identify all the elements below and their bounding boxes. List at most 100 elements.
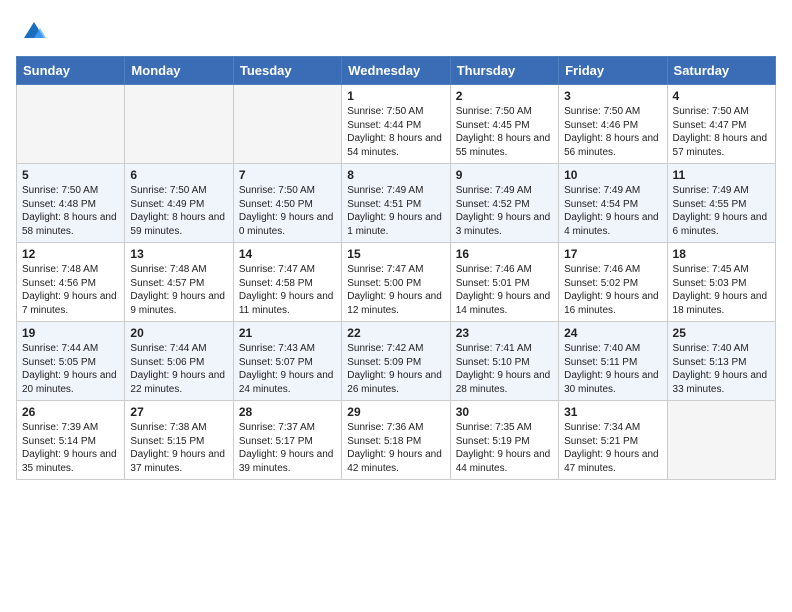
day-info: Sunrise: 7:39 AMSunset: 5:14 PMDaylight:… — [22, 421, 119, 475]
day-info: Sunrise: 7:46 AMSunset: 5:01 PMDaylight:… — [456, 263, 553, 317]
day-number: 3 — [564, 89, 661, 103]
day-number: 15 — [347, 247, 444, 261]
day-number: 26 — [22, 405, 119, 419]
calendar-cell: 22 Sunrise: 7:42 AMSunset: 5:09 PMDayligh… — [342, 322, 450, 401]
day-number: 20 — [130, 326, 227, 340]
day-number: 5 — [22, 168, 119, 182]
day-info: Sunrise: 7:47 AMSunset: 5:00 PMDaylight:… — [347, 263, 444, 317]
page-header — [16, 16, 776, 44]
day-info: Sunrise: 7:50 AMSunset: 4:46 PMDaylight:… — [564, 105, 661, 159]
calendar-cell: 15 Sunrise: 7:47 AMSunset: 5:00 PMDayligh… — [342, 243, 450, 322]
day-number: 10 — [564, 168, 661, 182]
weekday-header: Wednesday — [342, 57, 450, 85]
day-number: 28 — [239, 405, 336, 419]
day-number: 24 — [564, 326, 661, 340]
logo-icon — [20, 16, 48, 44]
weekday-header: Saturday — [667, 57, 775, 85]
calendar-cell: 20 Sunrise: 7:44 AMSunset: 5:06 PMDayligh… — [125, 322, 233, 401]
calendar-week-row: 1 Sunrise: 7:50 AMSunset: 4:44 PMDaylight… — [17, 85, 776, 164]
calendar-cell: 4Sunrise: 7:50 AMSunset: 4:47 PMDaylight… — [667, 85, 775, 164]
day-info: Sunrise: 7:50 AMSunset: 4:45 PMDaylight:… — [456, 105, 553, 159]
weekday-header: Sunday — [17, 57, 125, 85]
day-number: 6 — [130, 168, 227, 182]
calendar-cell: 27 Sunrise: 7:38 AMSunset: 5:15 PMDayligh… — [125, 401, 233, 480]
day-number: 14 — [239, 247, 336, 261]
calendar-cell: 3 Sunrise: 7:50 AMSunset: 4:46 PMDaylight… — [559, 85, 667, 164]
day-number: 9 — [456, 168, 553, 182]
calendar-cell: 14 Sunrise: 7:47 AMSunset: 4:58 PMDayligh… — [233, 243, 341, 322]
calendar-cell: 17 Sunrise: 7:46 AMSunset: 5:02 PMDayligh… — [559, 243, 667, 322]
day-info: Sunrise: 7:48 AMSunset: 4:57 PMDaylight:… — [130, 263, 227, 317]
calendar-cell: 9 Sunrise: 7:49 AMSunset: 4:52 PMDaylight… — [450, 164, 558, 243]
day-number: 2 — [456, 89, 553, 103]
day-number: 27 — [130, 405, 227, 419]
day-number: 1 — [347, 89, 444, 103]
day-info: Sunrise: 7:49 AMSunset: 4:54 PMDaylight:… — [564, 184, 661, 238]
day-info: Sunrise: 7:42 AMSunset: 5:09 PMDaylight:… — [347, 342, 444, 396]
day-info: Sunrise: 7:50 AMSunset: 4:50 PMDaylight:… — [239, 184, 336, 238]
calendar-cell: 26 Sunrise: 7:39 AMSunset: 5:14 PMDayligh… — [17, 401, 125, 480]
day-number: 12 — [22, 247, 119, 261]
calendar-cell: 23Sunrise: 7:41 AMSunset: 5:10 PMDayligh… — [450, 322, 558, 401]
day-number: 21 — [239, 326, 336, 340]
calendar-cell: 19 Sunrise: 7:44 AMSunset: 5:05 PMDayligh… — [17, 322, 125, 401]
day-info: Sunrise: 7:49 AMSunset: 4:55 PMDaylight:… — [673, 184, 770, 238]
calendar-cell: 25 Sunrise: 7:40 AMSunset: 5:13 PMDayligh… — [667, 322, 775, 401]
weekday-header: Monday — [125, 57, 233, 85]
day-info: Sunrise: 7:46 AMSunset: 5:02 PMDaylight:… — [564, 263, 661, 317]
day-info: Sunrise: 7:48 AMSunset: 4:56 PMDaylight:… — [22, 263, 119, 317]
day-number: 30 — [456, 405, 553, 419]
weekday-header: Friday — [559, 57, 667, 85]
day-number: 29 — [347, 405, 444, 419]
day-number: 7 — [239, 168, 336, 182]
calendar-cell: 31 Sunrise: 7:34 AMSunset: 5:21 PMDayligh… — [559, 401, 667, 480]
weekday-header-row: SundayMondayTuesdayWednesdayThursdayFrid… — [17, 57, 776, 85]
day-number: 25 — [673, 326, 770, 340]
calendar-cell: 28 Sunrise: 7:37 AMSunset: 5:17 PMDayligh… — [233, 401, 341, 480]
day-info: Sunrise: 7:50 AMSunset: 4:49 PMDaylight:… — [130, 184, 227, 238]
calendar-cell: 2 Sunrise: 7:50 AMSunset: 4:45 PMDaylight… — [450, 85, 558, 164]
day-number: 17 — [564, 247, 661, 261]
calendar-cell — [125, 85, 233, 164]
day-info: Sunrise: 7:44 AMSunset: 5:06 PMDaylight:… — [130, 342, 227, 396]
day-info: Sunrise: 7:50 AMSunset: 4:44 PMDaylight:… — [347, 105, 444, 159]
calendar-cell: 16 Sunrise: 7:46 AMSunset: 5:01 PMDayligh… — [450, 243, 558, 322]
day-info: Sunrise: 7:37 AMSunset: 5:17 PMDaylight:… — [239, 421, 336, 475]
day-number: 22 — [347, 326, 444, 340]
calendar-cell: 6 Sunrise: 7:50 AMSunset: 4:49 PMDaylight… — [125, 164, 233, 243]
calendar-week-row: 26 Sunrise: 7:39 AMSunset: 5:14 PMDayligh… — [17, 401, 776, 480]
calendar-week-row: 19 Sunrise: 7:44 AMSunset: 5:05 PMDayligh… — [17, 322, 776, 401]
day-number: 31 — [564, 405, 661, 419]
calendar-cell: 7 Sunrise: 7:50 AMSunset: 4:50 PMDaylight… — [233, 164, 341, 243]
day-info: Sunrise: 7:47 AMSunset: 4:58 PMDaylight:… — [239, 263, 336, 317]
day-info: Sunrise: 7:36 AMSunset: 5:18 PMDaylight:… — [347, 421, 444, 475]
day-info: Sunrise: 7:40 AMSunset: 5:11 PMDaylight:… — [564, 342, 661, 396]
day-number: 16 — [456, 247, 553, 261]
day-info: Sunrise: 7:45 AMSunset: 5:03 PMDaylight:… — [673, 263, 770, 317]
day-info: Sunrise: 7:43 AMSunset: 5:07 PMDaylight:… — [239, 342, 336, 396]
calendar-cell: 13 Sunrise: 7:48 AMSunset: 4:57 PMDayligh… — [125, 243, 233, 322]
day-info: Sunrise: 7:44 AMSunset: 5:05 PMDaylight:… — [22, 342, 119, 396]
calendar-cell: 5Sunrise: 7:50 AMSunset: 4:48 PMDaylight… — [17, 164, 125, 243]
calendar-cell: 10 Sunrise: 7:49 AMSunset: 4:54 PMDayligh… — [559, 164, 667, 243]
calendar-cell: 1 Sunrise: 7:50 AMSunset: 4:44 PMDaylight… — [342, 85, 450, 164]
day-info: Sunrise: 7:34 AMSunset: 5:21 PMDaylight:… — [564, 421, 661, 475]
calendar-cell: 21 Sunrise: 7:43 AMSunset: 5:07 PMDayligh… — [233, 322, 341, 401]
day-info: Sunrise: 7:40 AMSunset: 5:13 PMDaylight:… — [673, 342, 770, 396]
day-number: 19 — [22, 326, 119, 340]
calendar-week-row: 5Sunrise: 7:50 AMSunset: 4:48 PMDaylight… — [17, 164, 776, 243]
day-number: 13 — [130, 247, 227, 261]
weekday-header: Tuesday — [233, 57, 341, 85]
day-info: Sunrise: 7:38 AMSunset: 5:15 PMDaylight:… — [130, 421, 227, 475]
day-info: Sunrise: 7:41 AMSunset: 5:10 PMDaylight:… — [456, 342, 553, 396]
calendar-cell — [667, 401, 775, 480]
calendar-cell: 30Sunrise: 7:35 AMSunset: 5:19 PMDayligh… — [450, 401, 558, 480]
calendar-cell — [233, 85, 341, 164]
day-info: Sunrise: 7:49 AMSunset: 4:52 PMDaylight:… — [456, 184, 553, 238]
calendar-cell: 12 Sunrise: 7:48 AMSunset: 4:56 PMDayligh… — [17, 243, 125, 322]
calendar-cell: 11Sunrise: 7:49 AMSunset: 4:55 PMDayligh… — [667, 164, 775, 243]
logo — [16, 16, 48, 44]
calendar-cell: 8Sunrise: 7:49 AMSunset: 4:51 PMDaylight… — [342, 164, 450, 243]
calendar-table: SundayMondayTuesdayWednesdayThursdayFrid… — [16, 56, 776, 480]
calendar-cell: 18Sunrise: 7:45 AMSunset: 5:03 PMDayligh… — [667, 243, 775, 322]
